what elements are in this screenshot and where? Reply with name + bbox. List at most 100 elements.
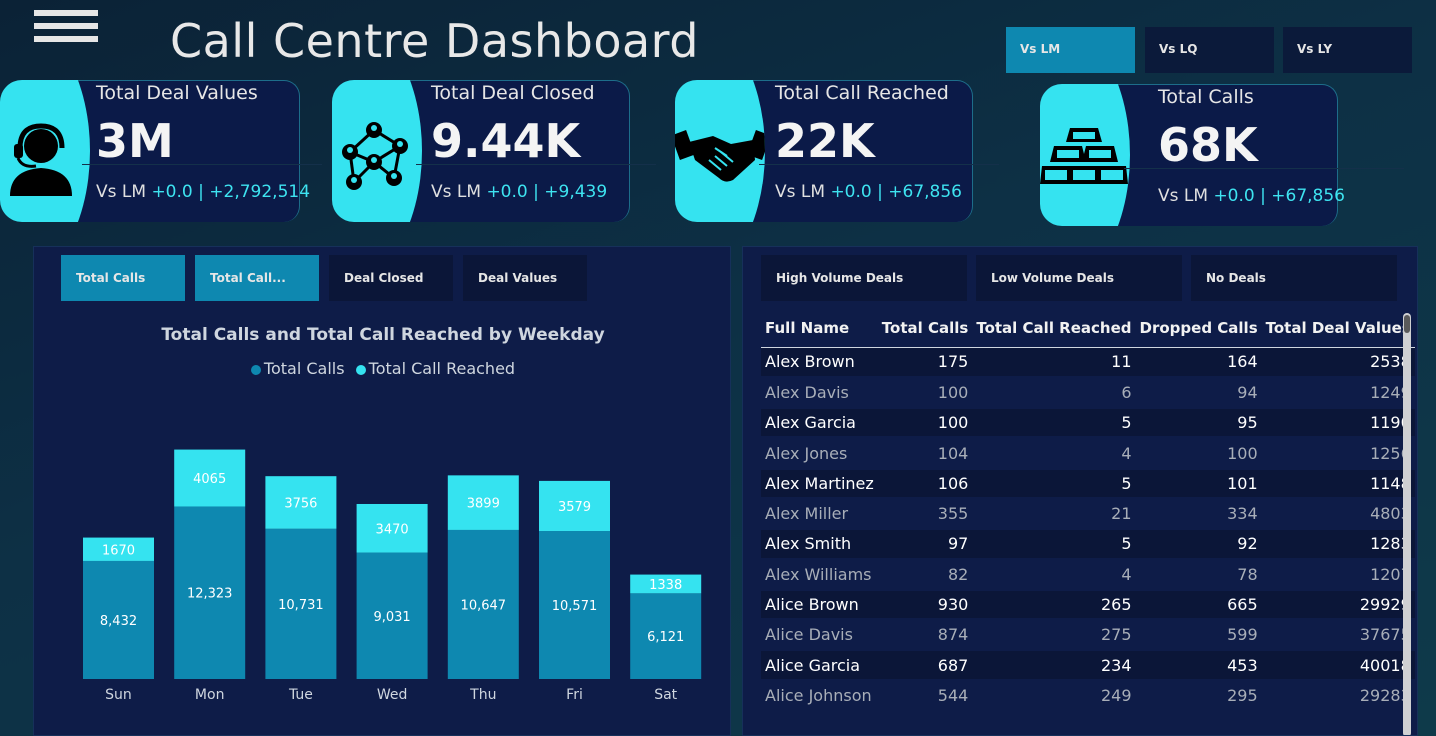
table-cell: 29929 bbox=[1261, 589, 1415, 622]
kpi-value: 3M bbox=[96, 114, 174, 168]
filter-high-volume-deals[interactable]: High Volume Deals bbox=[761, 255, 967, 301]
kpi-title: Total Call Reached bbox=[775, 82, 949, 104]
column-header-dropped-calls[interactable]: Dropped Calls bbox=[1135, 309, 1262, 348]
table-cell: 175 bbox=[877, 347, 973, 379]
bar-data-label: 3756 bbox=[284, 496, 317, 511]
table-cell: 1256 bbox=[1261, 437, 1415, 470]
table-cell: 1190 bbox=[1261, 407, 1415, 440]
column-header-total-deal-values[interactable]: Total Deal Values bbox=[1261, 309, 1415, 348]
table-cell: Alice Davis bbox=[761, 619, 878, 652]
table-row[interactable]: Alice Johnson 544 249 295 29283 bbox=[761, 680, 1415, 713]
kpi-value: 9.44K bbox=[431, 114, 581, 168]
table-cell: 1207 bbox=[1261, 559, 1415, 591]
table-row[interactable]: Alice Garcia 687 234 453 40018 bbox=[761, 649, 1415, 682]
compare-vs-lm-button[interactable]: Vs LM bbox=[1006, 27, 1135, 73]
table-row[interactable]: Alex Garcia 100 5 95 1190 bbox=[761, 407, 1415, 440]
table-row[interactable]: Alex Brown 175 11 164 2538 bbox=[761, 347, 1415, 379]
table-cell: 2538 bbox=[1261, 347, 1415, 379]
x-axis-tick-label: Tue bbox=[288, 687, 313, 703]
table-row[interactable]: Alice Davis 874 275 599 37675 bbox=[761, 619, 1415, 652]
table-cell: Alex Jones bbox=[761, 437, 878, 470]
table-cell: 1148 bbox=[1261, 468, 1415, 500]
table-row[interactable]: Alice Brown 930 265 665 29929 bbox=[761, 589, 1415, 622]
table-row[interactable]: Alex Davis 100 6 94 1249 bbox=[761, 377, 1415, 410]
compare-vs-ly-button[interactable]: Vs LY bbox=[1283, 27, 1412, 73]
bar-data-label: 10,647 bbox=[461, 598, 507, 613]
table-cell: 101 bbox=[1135, 468, 1262, 500]
table-row[interactable]: Alex Jones 104 4 100 1256 bbox=[761, 437, 1415, 470]
table-cell: Alex Brown bbox=[761, 347, 878, 379]
table-cell: 95 bbox=[1135, 407, 1262, 440]
table-row[interactable]: Alex Miller 355 21 334 4803 bbox=[761, 498, 1415, 531]
kpi-comparison: Vs LM +0.0 | +67,856 bbox=[775, 182, 962, 202]
table-cell: 687 bbox=[877, 649, 973, 682]
compare-vs-lq-button[interactable]: Vs LQ bbox=[1145, 27, 1274, 73]
table-cell: Alex Martinez bbox=[761, 468, 878, 500]
network-people-icon bbox=[332, 80, 422, 222]
table-cell: 874 bbox=[877, 619, 973, 652]
x-axis-tick-label: Fri bbox=[566, 687, 583, 703]
table-cell: 4 bbox=[972, 437, 1136, 470]
table-cell: 355 bbox=[877, 498, 973, 531]
table-cell: 5 bbox=[972, 407, 1136, 440]
table-cell: Alice Brown bbox=[761, 589, 878, 622]
bar-data-label: 3899 bbox=[467, 497, 500, 512]
table-cell: 4 bbox=[972, 559, 1136, 591]
table-cell: Alex Davis bbox=[761, 377, 878, 410]
table-cell: 453 bbox=[1135, 649, 1262, 682]
table-cell: 544 bbox=[877, 680, 973, 713]
table-scrollbar-thumb[interactable] bbox=[1404, 315, 1410, 333]
bar-data-label: 8,432 bbox=[100, 614, 137, 629]
x-axis-tick-label: Sat bbox=[654, 687, 677, 703]
table-cell: 295 bbox=[1135, 680, 1262, 713]
bar-data-label: 12,323 bbox=[187, 587, 233, 602]
table-scrollbar[interactable] bbox=[1403, 313, 1411, 735]
kpi-card-total-deal-closed: Total Deal Closed 9.44K Vs LM +0.0 | +9,… bbox=[332, 80, 656, 222]
table-row[interactable]: Alex Smith 97 5 92 1283 bbox=[761, 528, 1415, 561]
bar-data-label: 9,031 bbox=[373, 610, 410, 625]
bar-data-label: 10,731 bbox=[278, 598, 324, 613]
table-cell: Alex Garcia bbox=[761, 407, 878, 440]
bar-data-label: 3470 bbox=[376, 522, 409, 537]
table-cell: 265 bbox=[972, 589, 1136, 622]
table-row[interactable]: Alex Martinez 106 5 101 1148 bbox=[761, 468, 1415, 500]
table-cell: 100 bbox=[877, 407, 973, 440]
bar-data-label: 6,121 bbox=[647, 630, 684, 645]
table-cell: 5 bbox=[972, 528, 1136, 561]
gold-bars-icon bbox=[1040, 84, 1130, 226]
agents-table: Full Name Total Calls Total Call Reached… bbox=[761, 309, 1415, 713]
table-cell: 665 bbox=[1135, 589, 1262, 622]
column-header-total-calls[interactable]: Total Calls bbox=[877, 309, 973, 348]
kpi-card-total-call-reached: Total Call Reached 22K Vs LM +0.0 | +67,… bbox=[675, 80, 999, 222]
kpi-value: 68K bbox=[1158, 118, 1258, 172]
table-cell: Alex Smith bbox=[761, 528, 878, 561]
x-axis-tick-label: Sun bbox=[105, 687, 132, 703]
kpi-value: 22K bbox=[775, 114, 875, 168]
menu-hamburger-icon[interactable] bbox=[34, 10, 98, 62]
filter-low-volume-deals[interactable]: Low Volume Deals bbox=[976, 255, 1182, 301]
table-cell: 94 bbox=[1135, 377, 1262, 410]
kpi-title: Total Deal Values bbox=[96, 82, 258, 104]
kpi-title: Total Deal Closed bbox=[431, 82, 595, 104]
table-cell: 92 bbox=[1135, 528, 1262, 561]
table-panel: High Volume Deals Low Volume Deals No De… bbox=[742, 246, 1418, 736]
column-header-full-name[interactable]: Full Name bbox=[761, 309, 878, 348]
kpi-comparison: Vs LM +0.0 | +2,792,514 bbox=[96, 182, 311, 202]
table-cell: 334 bbox=[1135, 498, 1262, 531]
bar-data-label: 1338 bbox=[649, 578, 682, 593]
table-cell: 164 bbox=[1135, 347, 1262, 379]
table-cell: 249 bbox=[972, 680, 1136, 713]
table-cell: 11 bbox=[972, 347, 1136, 379]
bar-data-label: 10,571 bbox=[552, 599, 598, 614]
table-cell: Alice Johnson bbox=[761, 680, 878, 713]
filter-no-deals[interactable]: No Deals bbox=[1191, 255, 1397, 301]
table-row[interactable]: Alex Williams 82 4 78 1207 bbox=[761, 559, 1415, 591]
table-cell: 21 bbox=[972, 498, 1136, 531]
kpi-comparison: Vs LM +0.0 | +9,439 bbox=[431, 182, 608, 202]
column-header-total-call-reached[interactable]: Total Call Reached bbox=[972, 309, 1136, 348]
chart-panel: Total Calls Total Call... Deal Closed De… bbox=[33, 246, 731, 736]
bar-data-label: 3579 bbox=[558, 500, 591, 515]
table-cell: 106 bbox=[877, 468, 973, 500]
bar-data-label: 1670 bbox=[102, 543, 135, 558]
kpi-card-total-deal-values: Total Deal Values 3M Vs LM +0.0 | +2,792… bbox=[0, 80, 322, 222]
